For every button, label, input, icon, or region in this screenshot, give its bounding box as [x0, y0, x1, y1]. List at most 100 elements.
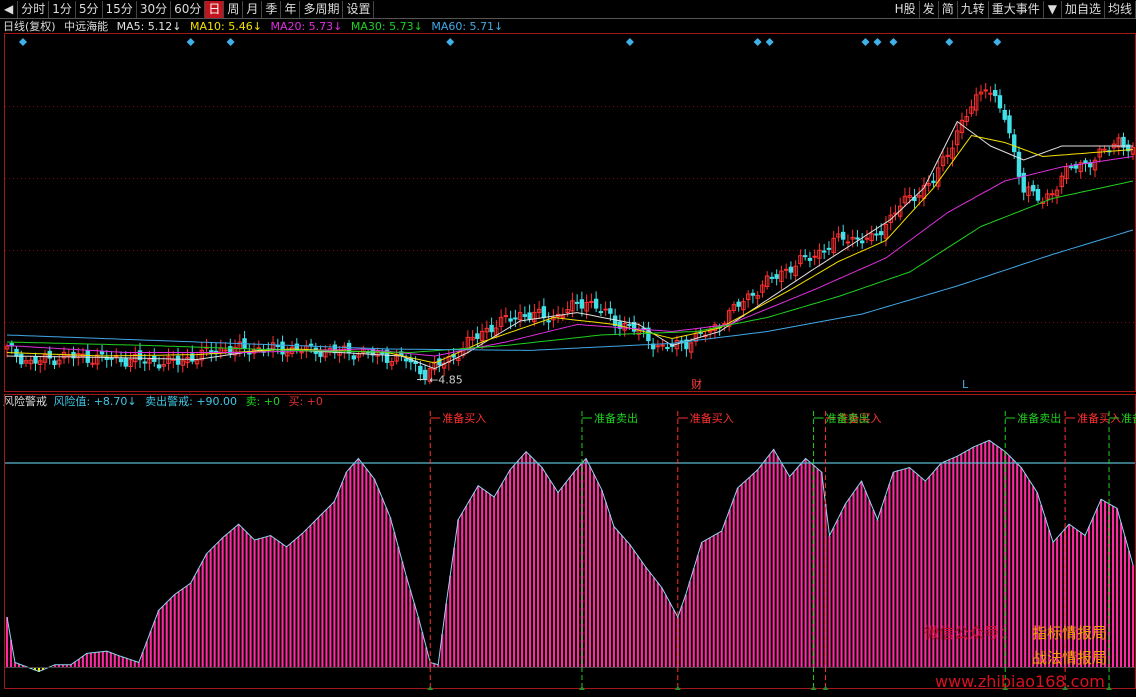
candle-body — [802, 255, 808, 258]
candle-body — [988, 92, 993, 95]
candle — [104, 350, 109, 368]
low-price-label: ←4.85 — [429, 374, 463, 387]
candle — [978, 84, 984, 102]
watermark-line2: 战法情报局 — [1032, 649, 1108, 667]
candle — [1097, 145, 1102, 163]
candle — [1111, 139, 1117, 155]
candle-body — [256, 347, 262, 350]
candle — [969, 99, 974, 117]
candle — [498, 309, 504, 332]
candle — [142, 353, 147, 372]
candle — [579, 291, 585, 317]
buy-signal-label: 准备买入 — [690, 411, 734, 425]
candle-body — [812, 255, 817, 258]
candle — [807, 251, 813, 268]
candle — [931, 172, 936, 188]
candle — [726, 307, 732, 332]
candle — [893, 204, 898, 221]
candle — [484, 320, 490, 340]
candle-body — [874, 233, 879, 236]
candle — [769, 272, 775, 284]
price-panel-frame — [4, 33, 1136, 392]
candle — [679, 336, 684, 352]
candle — [779, 265, 784, 290]
candle — [270, 335, 276, 358]
candle-body — [1016, 151, 1022, 177]
candle — [1031, 180, 1036, 197]
candle-body — [579, 299, 585, 309]
candle — [33, 352, 38, 371]
candle — [14, 346, 19, 363]
candle — [788, 261, 794, 280]
candle — [869, 225, 874, 245]
candle-body — [403, 358, 409, 362]
candle-body — [1002, 109, 1007, 120]
candle — [503, 307, 509, 323]
candle — [731, 301, 737, 314]
candle-body — [1031, 185, 1036, 192]
candle — [1059, 172, 1064, 194]
candle — [821, 243, 827, 260]
candle — [1069, 163, 1074, 171]
candle-body — [1007, 115, 1012, 134]
candle — [945, 147, 950, 165]
ma5-line — [6, 120, 1133, 370]
candle-body — [769, 276, 775, 279]
signal-diamonds — [18, 38, 1002, 46]
candle — [23, 356, 29, 367]
candle — [1050, 189, 1055, 203]
signal-diamond-icon — [226, 38, 235, 46]
candle — [517, 304, 523, 328]
watermark-wechat: 微信公众号： — [924, 624, 1015, 642]
candle — [118, 351, 124, 367]
candle — [783, 263, 789, 279]
candle-body — [589, 300, 594, 303]
candle — [346, 339, 352, 361]
candle — [631, 315, 637, 335]
candle — [660, 339, 665, 351]
sell-signal-label: 准备卖出 — [1121, 411, 1136, 425]
candle-body — [660, 344, 665, 347]
candle — [774, 269, 779, 286]
candle-body — [997, 95, 1003, 109]
candle — [793, 260, 798, 282]
candle — [1045, 189, 1050, 207]
candle — [883, 216, 889, 247]
candle — [584, 294, 589, 319]
candle — [52, 355, 57, 370]
candle-body — [826, 247, 832, 250]
candle — [66, 349, 71, 364]
candle-body — [541, 306, 547, 318]
candle — [318, 345, 323, 363]
candle — [855, 230, 860, 247]
candle — [988, 86, 993, 102]
candle-body — [522, 314, 528, 317]
candle — [745, 290, 751, 308]
candle-body — [123, 358, 128, 367]
candle — [384, 346, 390, 370]
candle-body — [546, 320, 551, 323]
candle — [589, 293, 594, 309]
candle — [755, 291, 760, 306]
candle-body — [821, 250, 827, 253]
candle-body — [1012, 134, 1017, 153]
candle-body — [52, 360, 57, 366]
candle — [42, 350, 48, 371]
ma20-line — [6, 156, 1134, 357]
candle — [608, 301, 613, 322]
candle — [1092, 156, 1098, 178]
signal-diamond-icon — [446, 38, 455, 46]
candle — [674, 335, 680, 357]
candle — [736, 298, 741, 312]
candle-body — [223, 349, 228, 352]
candle — [536, 300, 542, 320]
candle — [95, 348, 100, 370]
candle — [703, 331, 708, 343]
candle — [555, 305, 561, 323]
candle — [313, 342, 319, 362]
candle — [1126, 140, 1131, 159]
candle-body — [993, 90, 998, 97]
candle-body — [983, 89, 988, 92]
candle — [1054, 186, 1060, 205]
stock-chart[interactable]: ←4.85财L 准备买入准备买入准备买入准备买入准备卖出准备卖出准备卖出准备卖出 — [0, 0, 1136, 697]
